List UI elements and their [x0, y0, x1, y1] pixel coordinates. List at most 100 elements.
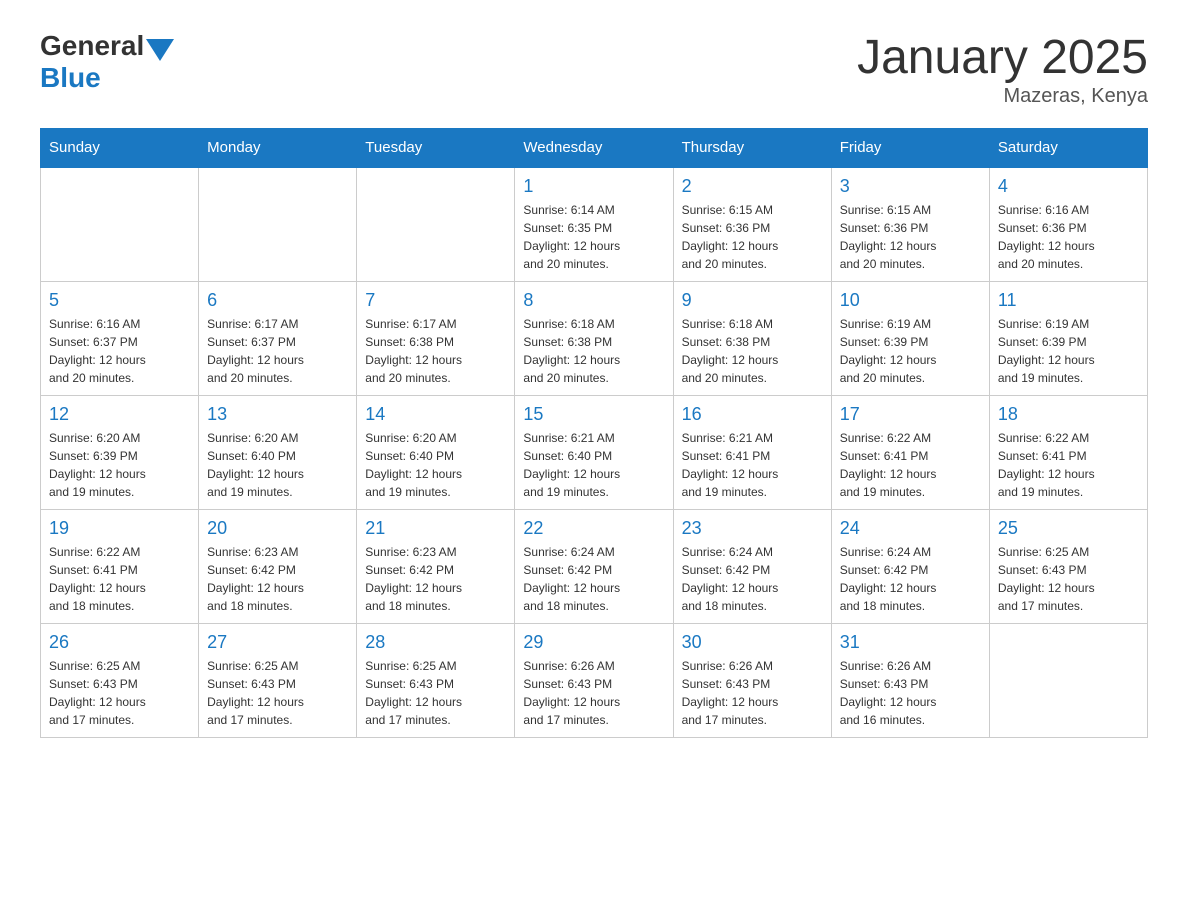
calendar-cell: 16 Sunrise: 6:21 AM Sunset: 6:41 PM Dayli…	[673, 396, 831, 510]
day-number: 19	[49, 518, 190, 539]
calendar-cell: 5 Sunrise: 6:16 AM Sunset: 6:37 PM Daylig…	[41, 282, 199, 396]
title-area: January 2025 Mazeras, Kenya	[857, 30, 1148, 108]
calendar-cell: 21Sunrise: 6:23 AM Sunset: 6:42 PM Dayli…	[357, 510, 515, 624]
day-number: 23	[682, 518, 823, 539]
day-number: 17	[840, 404, 981, 425]
calendar-header: SundayMondayTuesdayWednesdayThursdayFrid…	[41, 129, 1148, 168]
day-info: Sunrise: 6:14 AM Sunset: 6:35 PM Dayligh…	[523, 201, 664, 273]
day-number: 24	[840, 518, 981, 539]
day-info: Sunrise: 6:20 AM Sunset: 6:40 PM Dayligh…	[207, 429, 348, 501]
day-number: 2	[682, 176, 823, 197]
day-info: Sunrise: 6:18 AM Sunset: 6:38 PM Dayligh…	[523, 315, 664, 387]
day-info: Sunrise: 6:15 AM Sunset: 6:36 PM Dayligh…	[682, 201, 823, 273]
calendar-cell: 12 Sunrise: 6:20 AM Sunset: 6:39 PM Dayli…	[41, 396, 199, 510]
day-info: Sunrise: 6:19 AM Sunset: 6:39 PM Dayligh…	[840, 315, 981, 387]
calendar-cell: 3Sunrise: 6:15 AM Sunset: 6:36 PM Daylig…	[831, 167, 989, 282]
calendar-cell: 10 Sunrise: 6:19 AM Sunset: 6:39 PM Dayli…	[831, 282, 989, 396]
calendar-week-row: 26 Sunrise: 6:25 AM Sunset: 6:43 PM Dayli…	[41, 624, 1148, 738]
day-number: 16	[682, 404, 823, 425]
day-number: 6	[207, 290, 348, 311]
day-number: 26	[49, 632, 190, 653]
calendar-cell: 24 Sunrise: 6:24 AM Sunset: 6:42 PM Dayli…	[831, 510, 989, 624]
day-number: 30	[682, 632, 823, 653]
day-number: 9	[682, 290, 823, 311]
day-number: 1	[523, 176, 664, 197]
logo-triangle-icon	[146, 39, 174, 61]
calendar-cell: 1 Sunrise: 6:14 AM Sunset: 6:35 PM Daylig…	[515, 167, 673, 282]
day-number: 31	[840, 632, 981, 653]
calendar-cell: 11 Sunrise: 6:19 AM Sunset: 6:39 PM Dayli…	[989, 282, 1147, 396]
calendar-cell	[41, 167, 199, 282]
day-number: 7	[365, 290, 506, 311]
calendar-cell: 7 Sunrise: 6:17 AM Sunset: 6:38 PM Daylig…	[357, 282, 515, 396]
day-info: Sunrise: 6:24 AM Sunset: 6:42 PM Dayligh…	[523, 543, 664, 615]
calendar-cell: 4 Sunrise: 6:16 AM Sunset: 6:36 PM Daylig…	[989, 167, 1147, 282]
calendar-cell: 14Sunrise: 6:20 AM Sunset: 6:40 PM Dayli…	[357, 396, 515, 510]
calendar-cell: 15Sunrise: 6:21 AM Sunset: 6:40 PM Dayli…	[515, 396, 673, 510]
day-info: Sunrise: 6:22 AM Sunset: 6:41 PM Dayligh…	[49, 543, 190, 615]
day-info: Sunrise: 6:16 AM Sunset: 6:37 PM Dayligh…	[49, 315, 190, 387]
calendar-cell: 28 Sunrise: 6:25 AM Sunset: 6:43 PM Dayli…	[357, 624, 515, 738]
weekday-header-row: SundayMondayTuesdayWednesdayThursdayFrid…	[41, 129, 1148, 168]
day-info: Sunrise: 6:26 AM Sunset: 6:43 PM Dayligh…	[523, 657, 664, 729]
day-number: 5	[49, 290, 190, 311]
day-info: Sunrise: 6:25 AM Sunset: 6:43 PM Dayligh…	[49, 657, 190, 729]
day-info: Sunrise: 6:26 AM Sunset: 6:43 PM Dayligh…	[840, 657, 981, 729]
calendar-cell: 19 Sunrise: 6:22 AM Sunset: 6:41 PM Dayli…	[41, 510, 199, 624]
day-number: 10	[840, 290, 981, 311]
day-number: 28	[365, 632, 506, 653]
calendar-cell: 17Sunrise: 6:22 AM Sunset: 6:41 PM Dayli…	[831, 396, 989, 510]
calendar-body: 1 Sunrise: 6:14 AM Sunset: 6:35 PM Daylig…	[41, 167, 1148, 738]
day-number: 22	[523, 518, 664, 539]
day-number: 27	[207, 632, 348, 653]
calendar-cell: 6 Sunrise: 6:17 AM Sunset: 6:37 PM Daylig…	[199, 282, 357, 396]
day-number: 25	[998, 518, 1139, 539]
day-number: 4	[998, 176, 1139, 197]
calendar-cell: 29Sunrise: 6:26 AM Sunset: 6:43 PM Dayli…	[515, 624, 673, 738]
weekday-header-sunday: Sunday	[41, 129, 199, 168]
calendar-cell: 31 Sunrise: 6:26 AM Sunset: 6:43 PM Dayli…	[831, 624, 989, 738]
day-info: Sunrise: 6:25 AM Sunset: 6:43 PM Dayligh…	[365, 657, 506, 729]
day-number: 18	[998, 404, 1139, 425]
day-info: Sunrise: 6:20 AM Sunset: 6:39 PM Dayligh…	[49, 429, 190, 501]
logo: General Blue	[40, 30, 174, 94]
calendar-cell: 18Sunrise: 6:22 AM Sunset: 6:41 PM Dayli…	[989, 396, 1147, 510]
weekday-header-friday: Friday	[831, 129, 989, 168]
calendar-week-row: 5 Sunrise: 6:16 AM Sunset: 6:37 PM Daylig…	[41, 282, 1148, 396]
day-number: 11	[998, 290, 1139, 311]
calendar-cell	[989, 624, 1147, 738]
weekday-header-thursday: Thursday	[673, 129, 831, 168]
calendar-cell: 9Sunrise: 6:18 AM Sunset: 6:38 PM Daylig…	[673, 282, 831, 396]
calendar-cell: 8 Sunrise: 6:18 AM Sunset: 6:38 PM Daylig…	[515, 282, 673, 396]
day-info: Sunrise: 6:17 AM Sunset: 6:37 PM Dayligh…	[207, 315, 348, 387]
day-info: Sunrise: 6:15 AM Sunset: 6:36 PM Dayligh…	[840, 201, 981, 273]
day-number: 21	[365, 518, 506, 539]
weekday-header-saturday: Saturday	[989, 129, 1147, 168]
day-info: Sunrise: 6:24 AM Sunset: 6:42 PM Dayligh…	[840, 543, 981, 615]
day-info: Sunrise: 6:16 AM Sunset: 6:36 PM Dayligh…	[998, 201, 1139, 273]
calendar-table: SundayMondayTuesdayWednesdayThursdayFrid…	[40, 128, 1148, 738]
day-info: Sunrise: 6:17 AM Sunset: 6:38 PM Dayligh…	[365, 315, 506, 387]
day-number: 14	[365, 404, 506, 425]
day-info: Sunrise: 6:21 AM Sunset: 6:41 PM Dayligh…	[682, 429, 823, 501]
calendar-cell: 23Sunrise: 6:24 AM Sunset: 6:42 PM Dayli…	[673, 510, 831, 624]
calendar-cell	[357, 167, 515, 282]
calendar-week-row: 12 Sunrise: 6:20 AM Sunset: 6:39 PM Dayli…	[41, 396, 1148, 510]
calendar-week-row: 19 Sunrise: 6:22 AM Sunset: 6:41 PM Dayli…	[41, 510, 1148, 624]
calendar-cell: 25Sunrise: 6:25 AM Sunset: 6:43 PM Dayli…	[989, 510, 1147, 624]
calendar-cell	[199, 167, 357, 282]
day-info: Sunrise: 6:25 AM Sunset: 6:43 PM Dayligh…	[207, 657, 348, 729]
logo-blue-text: Blue	[40, 62, 174, 94]
day-number: 12	[49, 404, 190, 425]
day-number: 13	[207, 404, 348, 425]
day-number: 8	[523, 290, 664, 311]
day-number: 20	[207, 518, 348, 539]
calendar-cell: 20 Sunrise: 6:23 AM Sunset: 6:42 PM Dayli…	[199, 510, 357, 624]
calendar-title: January 2025	[857, 30, 1148, 85]
calendar-week-row: 1 Sunrise: 6:14 AM Sunset: 6:35 PM Daylig…	[41, 167, 1148, 282]
day-info: Sunrise: 6:19 AM Sunset: 6:39 PM Dayligh…	[998, 315, 1139, 387]
weekday-header-monday: Monday	[199, 129, 357, 168]
day-info: Sunrise: 6:23 AM Sunset: 6:42 PM Dayligh…	[207, 543, 348, 615]
day-info: Sunrise: 6:26 AM Sunset: 6:43 PM Dayligh…	[682, 657, 823, 729]
calendar-cell: 2 Sunrise: 6:15 AM Sunset: 6:36 PM Daylig…	[673, 167, 831, 282]
